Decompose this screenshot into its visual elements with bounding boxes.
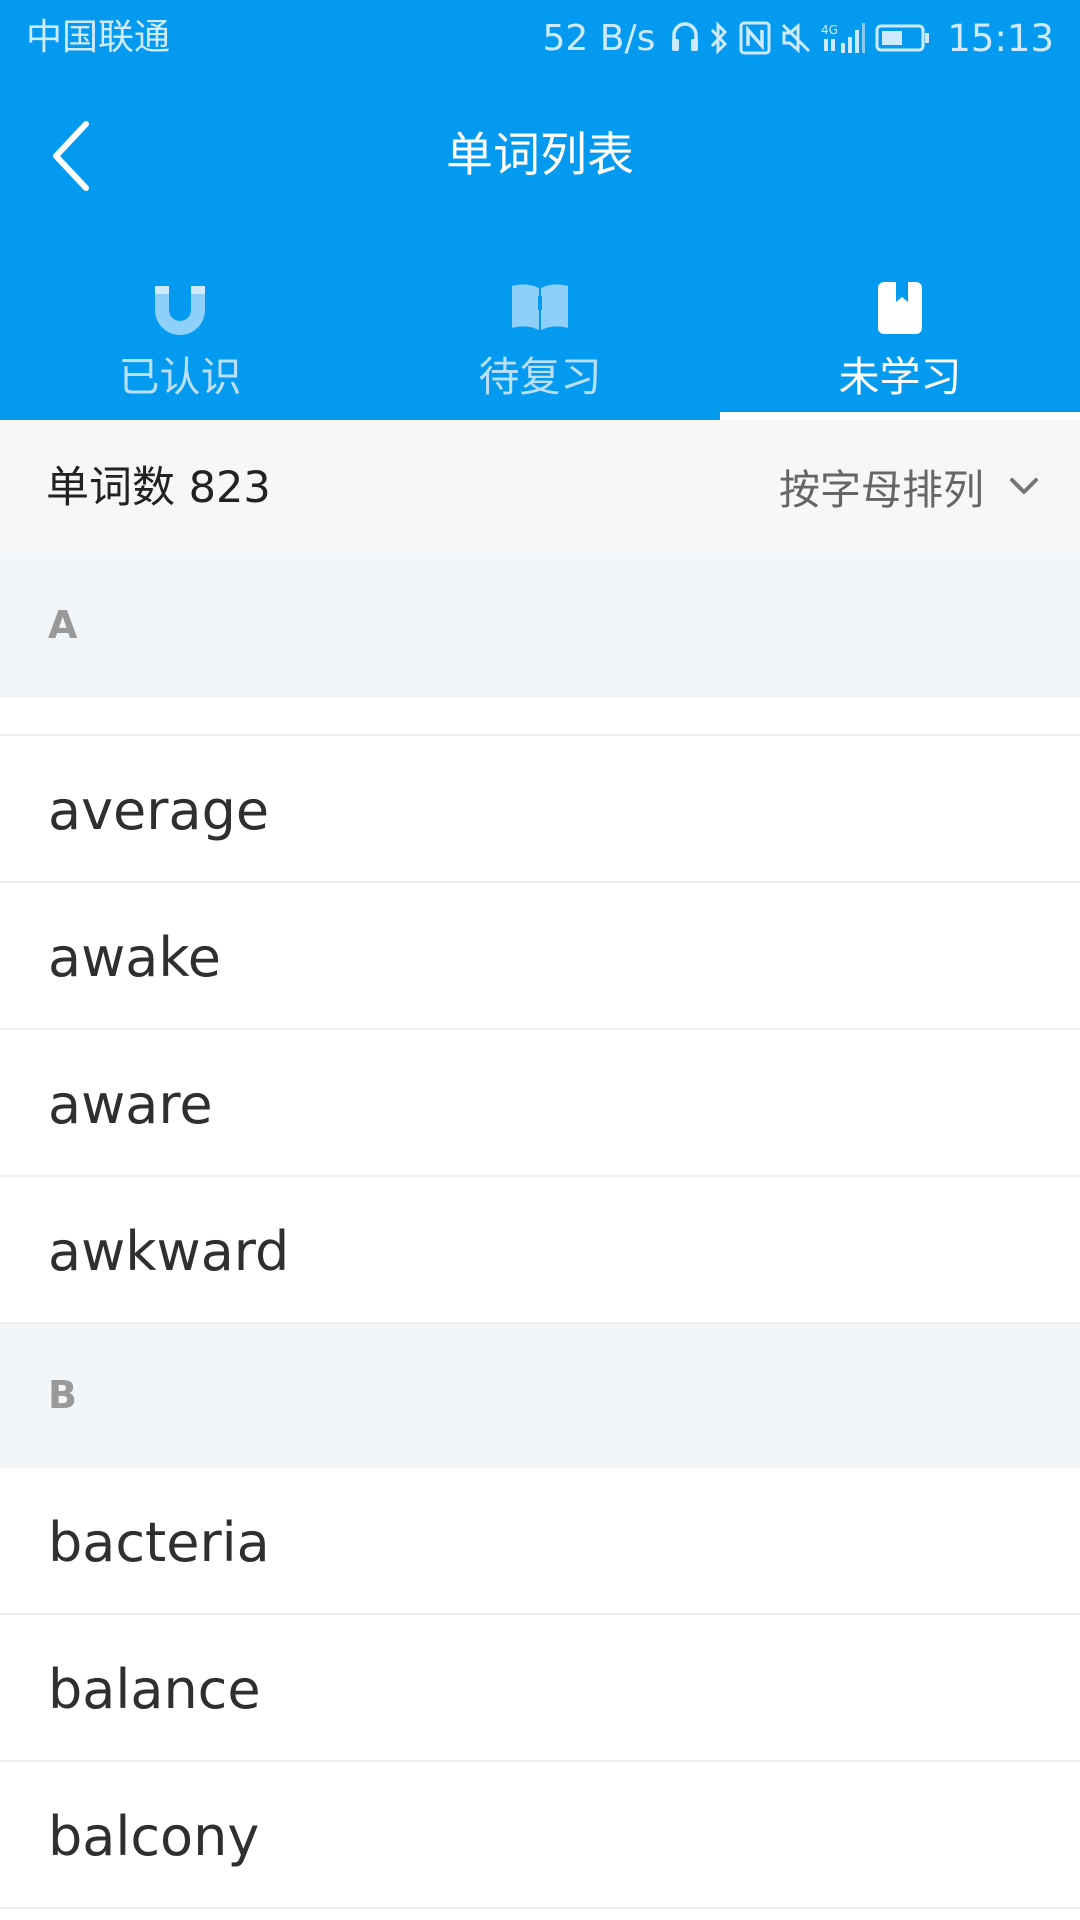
word-item[interactable]: bacteria [0,1468,1080,1615]
word-text: awkward [48,1220,290,1283]
carrier-name: 中国联通 [26,17,171,58]
tab-review[interactable]: 待复习 [360,270,720,420]
status-indicators: 52 B/s 4G 15:13 [543,14,1054,62]
tab-unlearned[interactable]: 未学习 [720,270,1080,420]
status-bar: 中国联通 52 B/s 4G 15:13 [0,0,1080,76]
chevron-down-icon [1010,478,1038,494]
word-item[interactable]: aware [0,1030,1080,1177]
open-book-icon [512,284,568,330]
app-screen: 中国联通 52 B/s 4G 15:13 单词列表 已认识 待复习 未学习 单词… [0,0,1080,1920]
word-text: balcony [48,1805,260,1868]
tab-unlearned-label: 未学习 [838,353,962,401]
section-header-a: A [0,554,1080,698]
word-text: aware [48,1073,213,1136]
word-item[interactable]: awake [0,883,1080,1030]
word-item[interactable]: balcony [0,1762,1080,1909]
word-item[interactable]: balance [0,1615,1080,1762]
page-title: 单词列表 [446,128,634,183]
active-tab-indicator [720,412,1080,420]
word-list[interactable]: A average awake aware awkward B bacteria… [0,554,1080,1909]
word-item[interactable]: average [0,736,1080,883]
bluetooth-icon [709,21,729,55]
section-header-b: B [0,1324,1080,1468]
word-text: awake [48,926,221,989]
word-text: bacteria [48,1511,270,1574]
network-speed: 52 B/s [542,17,656,59]
list-item-partial[interactable] [0,698,1080,736]
nfc-icon [739,21,771,55]
mute-icon [781,21,811,55]
bookmark-book-icon [878,282,922,334]
tab-review-label: 待复习 [478,353,602,401]
header: 中国联通 52 B/s 4G 15:13 单词列表 已认识 待复习 未学习 [0,0,1080,420]
section-letter: B [48,1373,77,1417]
magnet-icon [155,286,205,335]
svg-text:4G: 4G [821,23,838,37]
title-bar: 单词列表 [0,96,1080,216]
tab-known[interactable]: 已认识 [0,270,360,420]
section-letter: A [48,603,78,647]
sort-dropdown[interactable]: 按字母排列 [779,456,1040,516]
sort-label: 按字母排列 [779,466,984,514]
battery-icon [875,23,931,53]
tab-bar: 已认识 待复习 未学习 [0,270,1080,420]
list-toolbar: 单词数 823 按字母排列 [0,420,1080,554]
word-text: average [48,779,270,842]
word-item[interactable]: awkward [0,1177,1080,1324]
word-text: balance [48,1658,261,1721]
signal-4g-icon: 4G [821,21,866,55]
tab-known-label: 已认识 [118,353,242,401]
headset-icon [671,21,699,55]
clock: 15:13 [947,16,1054,60]
word-count: 单词数 823 [46,463,271,513]
